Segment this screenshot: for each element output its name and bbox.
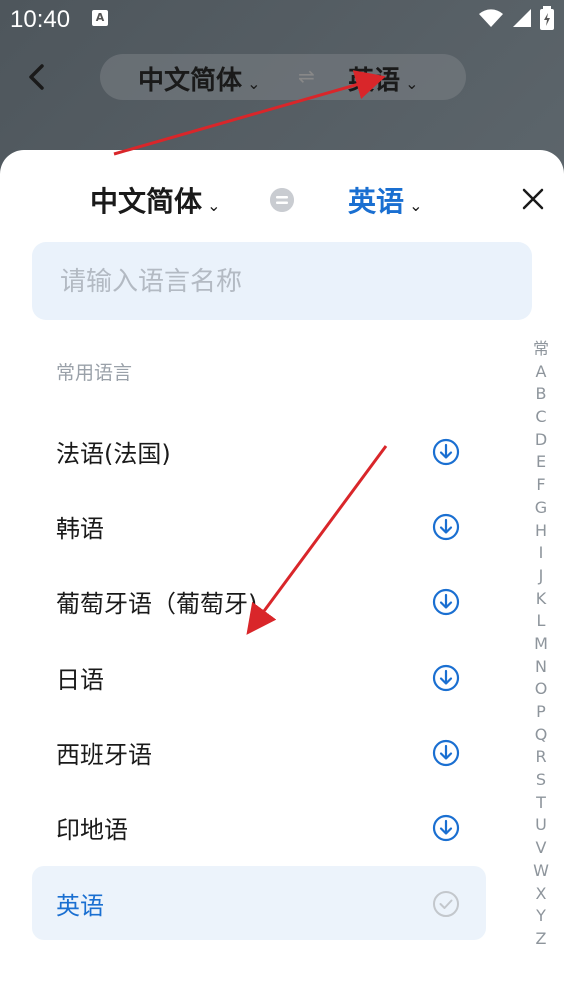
check-circle-icon — [433, 891, 459, 917]
index-letter[interactable]: D — [528, 429, 554, 452]
index-letter[interactable]: G — [528, 497, 554, 520]
section-title-common-languages: 常用语言 — [56, 362, 133, 384]
list-item-language[interactable]: 印地语 — [32, 790, 486, 864]
index-letter[interactable]: 常 — [528, 338, 554, 361]
language-label: 英语 — [56, 892, 104, 920]
download-icon[interactable] — [432, 438, 460, 466]
index-letter[interactable]: W — [528, 860, 554, 883]
download-icon[interactable] — [432, 664, 460, 692]
index-letter[interactable]: Y — [528, 905, 554, 928]
list-item-language[interactable]: 韩语 — [32, 489, 486, 563]
language-picker-sheet: 中文简体 ⌄ 英语 ⌄ 常用语言 法语(法国) 韩语 葡萄牙语（葡萄牙) 日语 … — [0, 150, 564, 1004]
list-item-language[interactable]: 法语(法国) — [32, 414, 486, 488]
index-letter[interactable]: U — [528, 814, 554, 837]
list-item-language-selected[interactable]: 英语 — [32, 866, 486, 940]
index-letter[interactable]: L — [528, 610, 554, 633]
index-letter[interactable]: O — [528, 678, 554, 701]
close-icon[interactable] — [518, 184, 548, 214]
background-target-language: 英语 ⌄ — [348, 66, 419, 96]
index-letter[interactable]: T — [528, 792, 554, 815]
status-time: 10:40 — [10, 6, 71, 33]
index-letter[interactable]: P — [528, 701, 554, 724]
index-letter[interactable]: C — [528, 406, 554, 429]
language-label: 法语(法国) — [56, 440, 171, 468]
battery-icon — [540, 6, 554, 30]
index-letter[interactable]: Z — [528, 928, 554, 951]
alphabet-index-bar[interactable]: 常 A B C D E F G H I J K L M N O P Q R S … — [528, 338, 554, 951]
back-arrow-icon[interactable] — [22, 62, 52, 92]
download-icon[interactable] — [432, 588, 460, 616]
search-box — [32, 242, 532, 322]
index-letter[interactable]: F — [528, 474, 554, 497]
index-letter[interactable]: E — [528, 451, 554, 474]
index-letter[interactable]: B — [528, 383, 554, 406]
index-letter[interactable]: R — [528, 746, 554, 769]
download-icon[interactable] — [432, 513, 460, 541]
signal-icon — [513, 9, 531, 27]
index-letter[interactable]: I — [528, 542, 554, 565]
index-letter[interactable]: Q — [528, 724, 554, 747]
swap-languages-icon[interactable] — [270, 188, 294, 212]
background-source-language: 中文简体 ⌄ — [138, 66, 261, 96]
status-bar: 10:40 A — [0, 0, 564, 40]
target-language-selector[interactable]: 英语 ⌄ — [348, 180, 423, 220]
source-language-selector[interactable]: 中文简体 ⌄ — [90, 180, 221, 220]
status-icons — [478, 6, 554, 30]
list-item-language[interactable]: 西班牙语 — [32, 715, 486, 789]
wifi-icon — [479, 9, 503, 27]
index-letter[interactable]: K — [528, 588, 554, 611]
index-letter[interactable]: S — [528, 769, 554, 792]
download-icon[interactable] — [432, 739, 460, 767]
language-label: 韩语 — [56, 515, 104, 543]
language-label: 葡萄牙语（葡萄牙) — [56, 590, 258, 618]
language-search-input[interactable] — [58, 242, 522, 322]
background-swap-icon: ⇌ — [298, 64, 315, 88]
language-label: 西班牙语 — [56, 741, 152, 769]
index-letter[interactable]: J — [528, 565, 554, 588]
list-item-language[interactable]: 葡萄牙语（葡萄牙) — [32, 564, 486, 638]
index-letter[interactable]: X — [528, 883, 554, 906]
index-letter[interactable]: M — [528, 633, 554, 656]
list-item-language[interactable]: 日语 — [32, 640, 486, 714]
index-letter[interactable]: A — [528, 361, 554, 384]
notification-icon: A — [92, 10, 108, 26]
language-label: 印地语 — [56, 816, 128, 844]
index-letter[interactable]: N — [528, 656, 554, 679]
index-letter[interactable]: V — [528, 837, 554, 860]
index-letter[interactable]: H — [528, 520, 554, 543]
download-icon[interactable] — [432, 814, 460, 842]
language-label: 日语 — [56, 666, 104, 694]
